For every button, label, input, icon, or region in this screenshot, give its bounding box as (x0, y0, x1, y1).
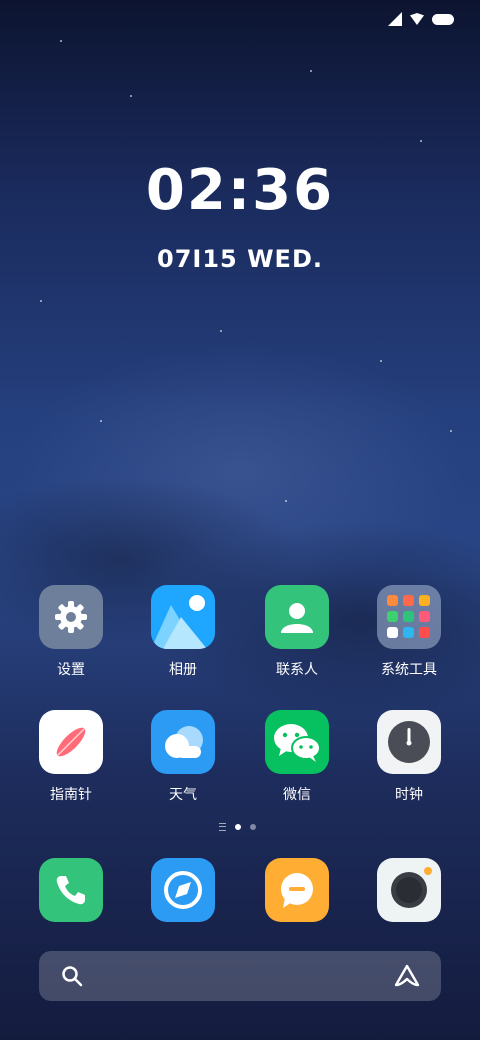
folder-icon (377, 585, 441, 649)
signal-icon (388, 12, 402, 26)
app-system-tools-folder[interactable]: 系统工具 (354, 585, 464, 679)
clock-icon (377, 710, 441, 774)
app-label: 联系人 (276, 662, 318, 678)
app-settings[interactable]: 设置 (16, 585, 126, 679)
gallery-icon (151, 585, 215, 649)
settings-icon (39, 585, 103, 649)
page-dot-current (235, 824, 241, 830)
app-wechat[interactable]: 微信 (242, 710, 352, 804)
app-gallery[interactable]: 相册 (128, 585, 238, 679)
dock-phone[interactable] (16, 858, 126, 922)
menu-lines-icon (219, 823, 226, 831)
app-label: 微信 (283, 787, 311, 803)
app-label: 时钟 (395, 787, 423, 803)
compass-icon (39, 710, 103, 774)
dock-camera[interactable] (354, 858, 464, 922)
assistant-icon[interactable] (393, 963, 421, 989)
page-dot (250, 824, 256, 830)
app-label: 相册 (169, 662, 197, 678)
status-bar (388, 12, 454, 26)
app-compass[interactable]: 指南针 (16, 710, 126, 804)
app-label: 系统工具 (381, 662, 437, 678)
wechat-icon (265, 710, 329, 774)
search-bar[interactable] (39, 951, 441, 1001)
app-label: 指南针 (50, 787, 92, 803)
search-icon (62, 966, 83, 987)
phone-icon (39, 858, 103, 922)
app-label: 设置 (57, 662, 85, 678)
page-indicator[interactable] (219, 823, 256, 831)
wifi-icon (410, 13, 424, 25)
app-label: 天气 (169, 787, 197, 803)
messages-icon (265, 858, 329, 922)
browser-icon (151, 858, 215, 922)
contacts-icon (265, 585, 329, 649)
app-contacts[interactable]: 联系人 (242, 585, 352, 679)
weather-icon (151, 710, 215, 774)
clock-widget-time[interactable]: 02:36 (0, 158, 480, 223)
app-weather[interactable]: 天气 (128, 710, 238, 804)
dock-browser[interactable] (128, 858, 238, 922)
clock-widget-date[interactable]: 07I15 WED. (0, 245, 480, 273)
dock-messages[interactable] (242, 858, 352, 922)
camera-icon (377, 858, 441, 922)
app-clock[interactable]: 时钟 (354, 710, 464, 804)
battery-icon (432, 13, 454, 25)
